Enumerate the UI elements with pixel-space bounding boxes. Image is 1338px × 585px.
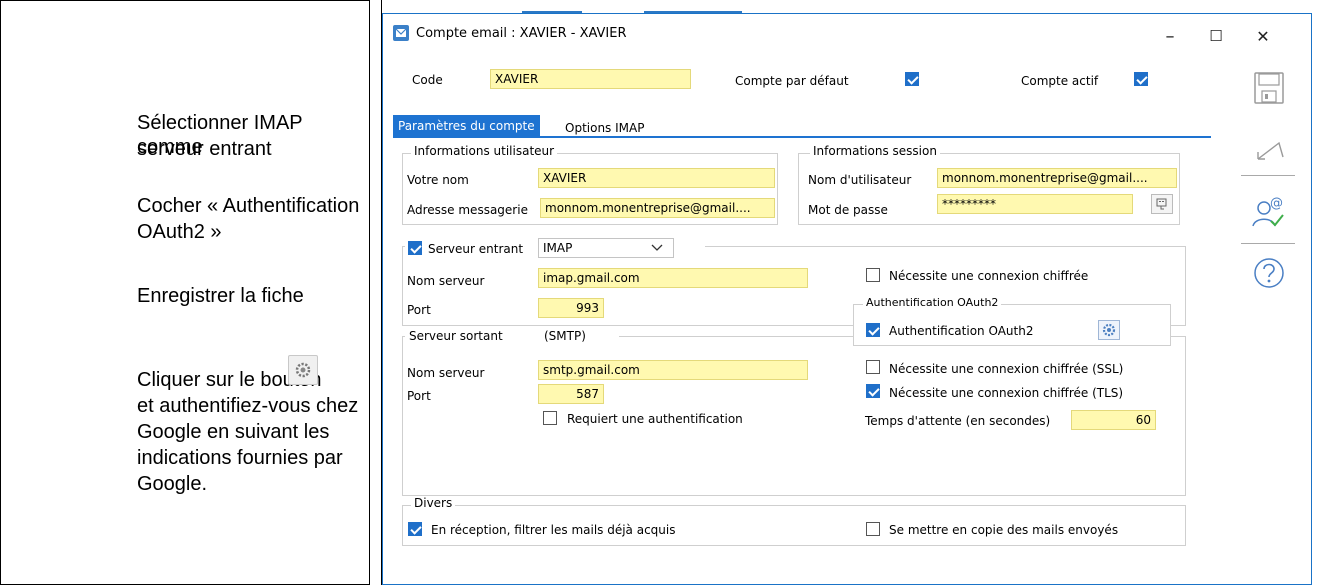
ssl-checkbox[interactable] — [866, 360, 880, 374]
instruction-line: Enregistrer la fiche — [137, 285, 304, 307]
name-label: Votre nom — [407, 173, 469, 187]
gear-icon — [1102, 323, 1116, 337]
incoming-protocol-value: IMAP — [543, 241, 573, 255]
settings-button-icon — [288, 355, 318, 385]
incoming-encrypted-label: Nécessite une connexion chiffrée — [889, 269, 1089, 283]
undo-button[interactable] — [1249, 131, 1289, 171]
outgoing-server-name-label: Nom serveur — [407, 366, 485, 380]
code-label: Code — [412, 73, 443, 87]
test-account-button[interactable]: @ — [1249, 191, 1289, 231]
incoming-server-checkbox[interactable] — [408, 241, 422, 255]
incoming-port-label: Port — [407, 303, 431, 317]
instruction-line: Google en suivant les — [137, 421, 330, 443]
active-account-label: Compte actif — [1021, 74, 1099, 88]
require-auth-label: Requiert une authentification — [567, 412, 743, 426]
help-icon — [1254, 258, 1284, 288]
tls-label: Nécessite une connexion chiffrée (TLS) — [889, 386, 1124, 400]
instruction-line: OAuth2 » — [137, 221, 222, 243]
username-label: Nom d'utilisateur — [808, 173, 912, 187]
outgoing-server-input[interactable]: smtp.gmail.com — [538, 360, 808, 380]
outgoing-protocol-label: (SMTP) — [544, 329, 586, 343]
oauth-checkbox[interactable] — [866, 323, 880, 337]
user-info-title: Informations utilisateur — [411, 144, 558, 158]
incoming-server-input[interactable]: imap.gmail.com — [538, 268, 808, 288]
incoming-protocol-select[interactable]: IMAP — [538, 238, 674, 258]
instruction-line: et authentifiez-vous chez — [137, 395, 359, 417]
chevron-down-icon — [651, 244, 663, 251]
instruction-line: serveur entrant — [137, 138, 272, 160]
floppy-disk-icon — [1254, 72, 1284, 104]
session-info-title: Informations session — [810, 144, 940, 158]
oauth-group-title: Authentification OAuth2 — [863, 296, 1002, 309]
copy-label: Se mettre en copie des mails envoyés — [889, 523, 1119, 537]
tab-underline — [393, 136, 1211, 138]
close-button[interactable]: ✕ — [1240, 19, 1286, 53]
email-input[interactable]: monnom.monentreprise@gmail.... — [540, 198, 775, 218]
minimize-button[interactable]: – — [1147, 19, 1193, 53]
incoming-port-input[interactable]: 993 — [538, 298, 604, 318]
timeout-input[interactable]: 60 — [1071, 410, 1156, 430]
password-input[interactable]: ********* — [937, 194, 1133, 214]
maximize-button[interactable]: ☐ — [1193, 19, 1239, 53]
instruction-line: Cocher « Authentification — [137, 195, 360, 217]
outgoing-port-label: Port — [407, 389, 431, 403]
undo-icon — [1257, 141, 1284, 160]
svg-text:@: @ — [1270, 196, 1283, 211]
incoming-server-label: Serveur entrant — [428, 242, 524, 256]
instruction-line: indications fournies par — [137, 447, 343, 469]
ssl-label: Nécessite une connexion chiffrée (SSL) — [889, 362, 1124, 376]
oauth-label: Authentification OAuth2 — [889, 324, 1034, 338]
misc-title: Divers — [411, 496, 456, 510]
outgoing-port-input[interactable]: 587 — [538, 384, 604, 404]
app-icon — [393, 25, 409, 41]
oauth-settings-button[interactable] — [1098, 320, 1120, 340]
save-button[interactable] — [1249, 68, 1289, 108]
timeout-label: Temps d'attente (en secondes) — [865, 414, 1051, 428]
copy-checkbox[interactable] — [866, 522, 880, 536]
email-label: Adresse messagerie — [407, 203, 528, 217]
window-title: Compte email : XAVIER - XAVIER — [416, 26, 627, 41]
name-input[interactable]: XAVIER — [538, 168, 775, 188]
default-account-label: Compte par défaut — [735, 74, 849, 88]
default-account-checkbox[interactable] — [905, 72, 919, 86]
active-account-checkbox[interactable] — [1134, 72, 1148, 86]
keyboard-icon — [1156, 198, 1167, 210]
sidebar-separator — [1241, 243, 1295, 244]
instruction-line: Google. — [137, 473, 208, 495]
filter-checkbox[interactable] — [408, 522, 422, 536]
incoming-encrypted-checkbox[interactable] — [866, 268, 880, 282]
help-button[interactable] — [1249, 253, 1289, 293]
user-check-icon: @ — [1252, 196, 1284, 227]
background-window-edge — [382, 0, 1338, 14]
require-auth-checkbox[interactable] — [543, 411, 557, 425]
tab-account-settings[interactable]: Paramètres du compte — [393, 115, 540, 137]
panel-divider — [370, 0, 382, 585]
username-input[interactable]: monnom.monentreprise@gmail.... — [937, 168, 1177, 188]
code-input[interactable]: XAVIER — [490, 69, 691, 89]
sidebar-separator — [1241, 175, 1295, 176]
tls-checkbox[interactable] — [866, 384, 880, 398]
instructions-panel: Sélectionner IMAP comme serveur entrant … — [0, 0, 370, 585]
email-account-window: Compte email : XAVIER - XAVIER – ☐ ✕ Cod… — [382, 13, 1312, 585]
password-label: Mot de passe — [808, 203, 888, 217]
filter-label: En réception, filtrer les mails déjà acq… — [431, 523, 676, 537]
password-reveal-button[interactable] — [1151, 194, 1173, 214]
outgoing-server-label: Serveur sortant — [409, 329, 503, 343]
incoming-server-name-label: Nom serveur — [407, 274, 485, 288]
